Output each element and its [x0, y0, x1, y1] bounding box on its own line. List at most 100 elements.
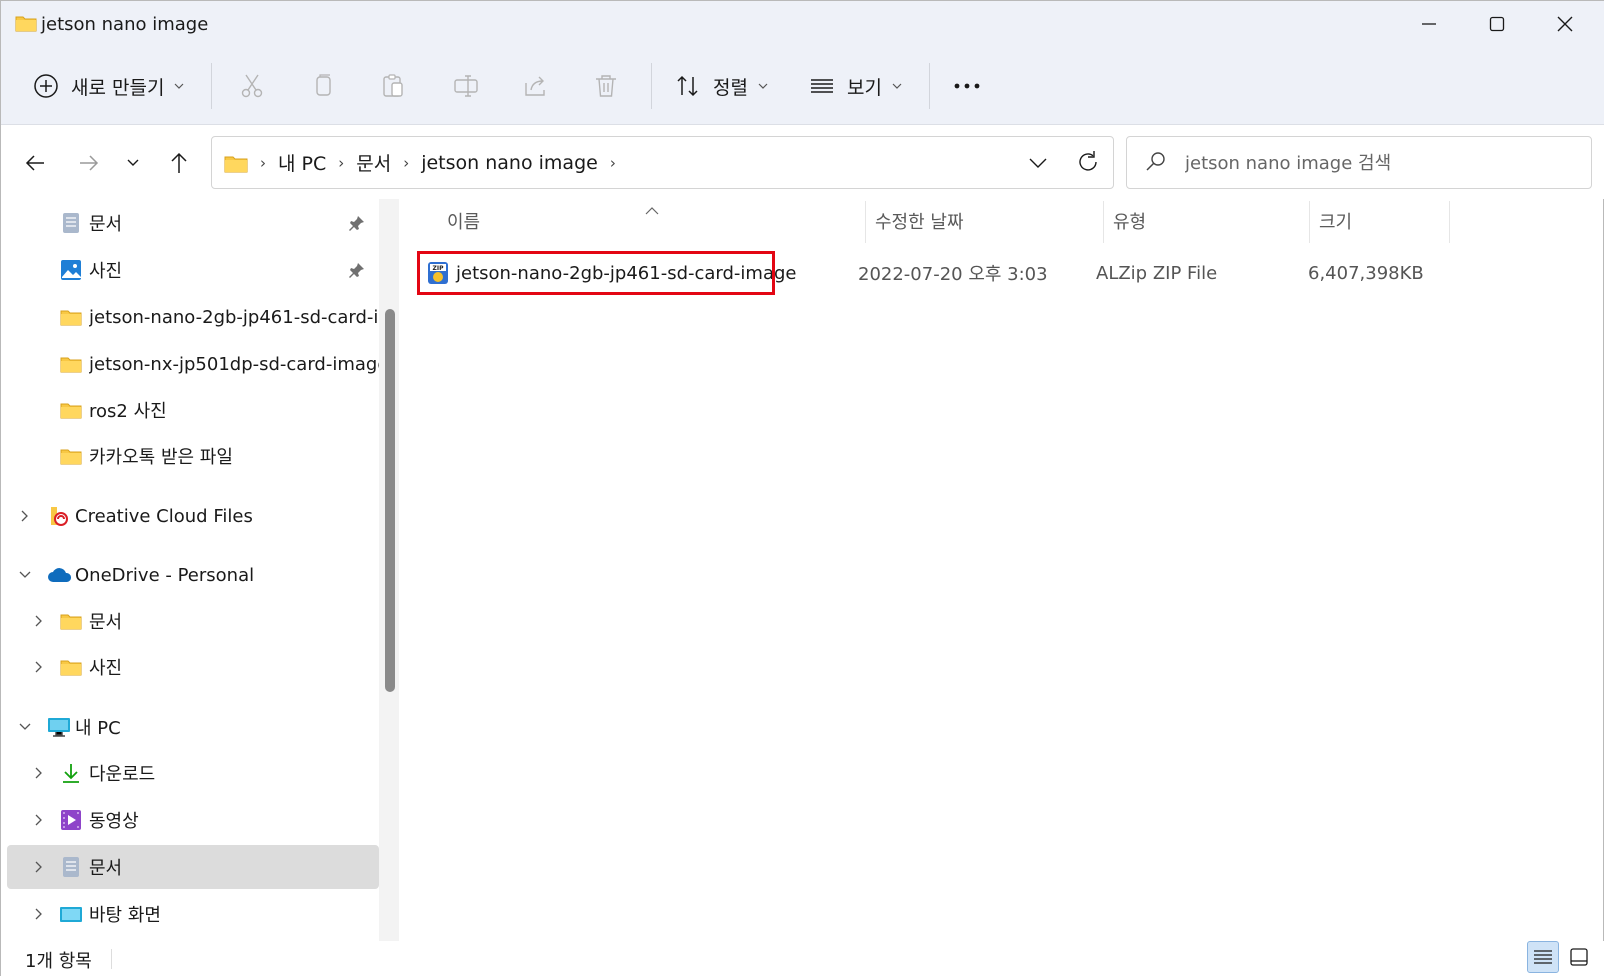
chevron-down-icon — [758, 83, 768, 89]
documents-icon — [59, 212, 83, 234]
chevron-right-icon[interactable] — [31, 859, 47, 875]
file-size: 6,407,398KB — [1308, 262, 1424, 284]
minimize-button[interactable] — [1395, 1, 1463, 47]
details-view-button[interactable] — [1527, 941, 1559, 973]
maximize-button[interactable] — [1463, 1, 1531, 47]
chevron-down-icon[interactable] — [17, 719, 33, 735]
command-bar: 새로 만들기 정렬 보기 — [1, 47, 1604, 125]
nav-item-label: jetson-nx-jp501dp-sd-card-image — [89, 353, 389, 375]
column-divider[interactable] — [1309, 201, 1310, 243]
status-bar: 1개 항목 — [1, 941, 1604, 977]
nav-item-creative-cloud[interactable]: Creative Cloud Files — [7, 494, 379, 538]
chevron-down-icon — [892, 83, 902, 89]
column-divider[interactable] — [1103, 201, 1104, 243]
nav-item-folder[interactable]: ros2 사진 — [7, 388, 379, 432]
nav-item-label: 동영상 — [89, 811, 139, 832]
onedrive-icon — [47, 564, 71, 586]
chevron-down-icon — [127, 159, 139, 166]
nav-item-folder[interactable]: 카카오톡 받은 파일 — [7, 434, 379, 478]
nav-item-desktop[interactable]: 바탕 화면 — [7, 892, 379, 936]
title-bar: jetson nano image — [1, 1, 1604, 47]
nav-pane-scrollbar-thumb[interactable] — [385, 309, 395, 692]
view-button-label: 보기 — [847, 76, 882, 99]
nav-item-onedrive-documents[interactable]: 문서 — [7, 599, 379, 643]
search-box[interactable] — [1126, 136, 1592, 189]
pc-icon — [47, 716, 71, 738]
folder-icon — [59, 445, 83, 467]
pin-icon[interactable] — [349, 215, 365, 236]
breadcrumb: › 내 PC › 문서 › jetson nano image › — [224, 137, 628, 188]
sort-button[interactable]: 정렬 — [675, 47, 768, 125]
address-bar[interactable]: › 내 PC › 문서 › jetson nano image › — [211, 136, 1114, 189]
file-explorer-window: jetson nano image 새로 만들기 정렬 보기 › 내 PC › … — [0, 0, 1604, 977]
chevron-down-icon — [1029, 158, 1047, 168]
column-header-modified[interactable]: 수정한 날짜 — [875, 199, 964, 243]
chevron-right-icon[interactable]: › — [610, 154, 616, 172]
folder-icon — [59, 656, 83, 678]
refresh-button[interactable] — [1075, 149, 1101, 180]
folder-icon — [224, 156, 248, 172]
nav-item-label: OneDrive - Personal — [75, 564, 255, 586]
up-button[interactable] — [159, 143, 199, 183]
paste-button[interactable] — [381, 47, 407, 125]
nav-item-documents-selected[interactable]: 문서 — [7, 845, 379, 889]
back-button[interactable] — [15, 143, 55, 183]
copy-button[interactable] — [311, 47, 337, 125]
nav-item-folder[interactable]: jetson-nx-jp501dp-sd-card-image — [7, 342, 388, 386]
nav-item-pictures-quick[interactable]: 사진 — [7, 248, 379, 292]
up-arrow-icon — [171, 152, 187, 173]
chevron-down-icon[interactable] — [17, 567, 33, 583]
chevron-right-icon[interactable] — [31, 765, 47, 781]
address-dropdown-button[interactable] — [1025, 150, 1051, 181]
more-button[interactable] — [953, 47, 981, 125]
table-row[interactable]: ZIP jetson-nano-2gb-jp461-sd-card-image … — [417, 251, 1424, 295]
delete-button[interactable] — [593, 47, 619, 125]
chevron-right-icon[interactable] — [31, 613, 47, 629]
copy-icon — [316, 74, 331, 96]
forward-button[interactable] — [69, 143, 109, 183]
nav-item-label: 사진 — [89, 658, 123, 679]
nav-item-downloads[interactable]: 다운로드 — [7, 751, 379, 795]
toolbar-separator — [651, 63, 652, 109]
share-button[interactable] — [523, 47, 549, 125]
rename-button[interactable] — [453, 47, 479, 125]
column-header-size[interactable]: 크기 — [1319, 199, 1352, 243]
chevron-right-icon[interactable] — [17, 508, 33, 524]
nav-item-folder[interactable]: jetson-nano-2gb-jp461-sd-card-image — [7, 295, 379, 339]
rename-icon — [454, 75, 478, 97]
cut-button[interactable] — [239, 47, 265, 125]
navigation-row: › 내 PC › 문서 › jetson nano image › — [1, 125, 1604, 199]
search-input[interactable] — [1185, 149, 1575, 177]
breadcrumb-item-pc[interactable]: 내 PC — [278, 149, 326, 176]
breadcrumb-item-documents[interactable]: 문서 — [356, 149, 391, 176]
column-divider[interactable] — [865, 201, 866, 243]
desktop-icon — [59, 903, 83, 925]
folder-icon — [59, 610, 83, 632]
recent-locations-button[interactable] — [113, 143, 153, 183]
close-button[interactable] — [1531, 1, 1599, 47]
share-icon — [525, 76, 545, 96]
pin-icon[interactable] — [349, 262, 365, 283]
column-header-type[interactable]: 유형 — [1113, 199, 1146, 243]
view-button[interactable]: 보기 — [809, 47, 902, 125]
nav-item-videos[interactable]: 동영상 — [7, 798, 379, 842]
chevron-right-icon[interactable] — [31, 812, 47, 828]
new-button[interactable]: 새로 만들기 — [33, 47, 184, 125]
chevron-right-icon[interactable] — [31, 906, 47, 922]
refresh-icon — [1079, 151, 1097, 171]
breadcrumb-item-current[interactable]: jetson nano image — [421, 152, 598, 174]
cut-icon — [241, 74, 263, 98]
videos-icon — [59, 809, 83, 831]
chevron-right-icon[interactable] — [31, 659, 47, 675]
nav-item-label: 문서 — [89, 858, 123, 879]
nav-item-documents-quick[interactable]: 문서 — [7, 201, 379, 245]
column-divider[interactable] — [1449, 201, 1450, 243]
tiles-view-button[interactable] — [1563, 941, 1595, 973]
file-type: ALZip ZIP File — [1096, 262, 1218, 284]
folder-icon — [59, 353, 83, 375]
folder-icon — [59, 306, 83, 328]
column-header-name[interactable]: 이름 — [447, 199, 480, 243]
nav-item-onedrive[interactable]: OneDrive - Personal — [7, 553, 379, 597]
nav-item-this-pc[interactable]: 내 PC — [7, 705, 379, 749]
nav-item-onedrive-pictures[interactable]: 사진 — [7, 645, 379, 689]
